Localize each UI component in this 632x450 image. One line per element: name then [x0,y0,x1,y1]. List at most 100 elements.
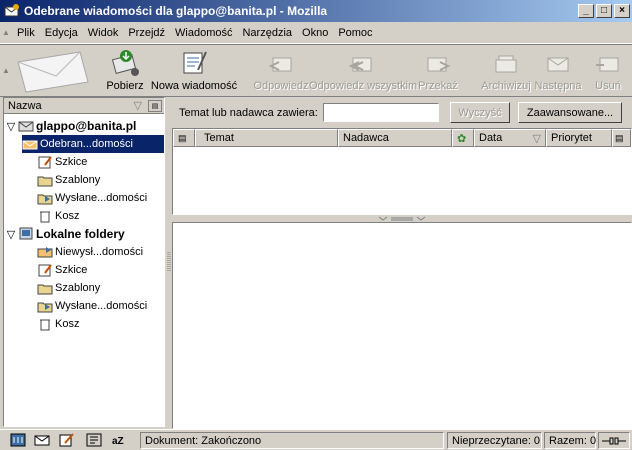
account-name: Lokalne foldery [36,227,125,241]
folder-column-header[interactable]: Nazwa ▽ ▤ [4,98,164,114]
folder-label: Kosz [55,318,80,330]
next-button[interactable]: Następna [532,48,584,92]
folder-local-templates[interactable]: Szablony [37,279,100,297]
folder-trash[interactable]: Kosz [37,207,79,225]
menu-file[interactable]: Plik [12,27,40,39]
folder-name-header: Nazwa [8,99,42,112]
menu-edit[interactable]: Edycja [40,27,83,39]
minimize-button[interactable]: _ [578,4,594,18]
column-priority[interactable]: Priorytet [546,129,612,147]
drafts-icon [37,263,53,277]
column-picker-icon: ▤ [615,132,624,143]
drafts-icon [37,155,53,169]
folder-outbox[interactable]: Niewysł...domości [37,243,143,261]
svg-text:aZ: aZ [112,436,124,447]
mail-app-icon [4,3,20,19]
reply-button[interactable]: Odpowiedz [252,48,310,92]
next-icon [547,57,569,72]
navigator-icon[interactable] [10,433,26,447]
menu-go[interactable]: Przejdź [123,27,170,39]
menu-message[interactable]: Wiadomość [170,27,237,39]
delete-label: Usuń [595,80,621,92]
advanced-button[interactable]: Zaawansowane... [518,102,622,123]
folder-local-drafts[interactable]: Szkice [37,261,87,279]
total-count-panel: Razem: 0 [544,432,596,449]
sort-descending-icon: ▽ [532,132,541,145]
folder-label: Szablony [55,282,101,294]
folder-drafts[interactable]: Szkice [37,153,87,171]
account-local-folders[interactable]: ▽ Lokalne foldery [4,225,125,243]
delete-button[interactable]: Usuń [590,48,626,92]
online-status-panel[interactable] [598,432,630,449]
close-icon: × [619,5,625,16]
menubar-grip-icon[interactable]: ▲ [0,22,12,44]
inbox-icon [22,137,38,151]
new-message-button[interactable]: Nowa wiadomość [150,48,238,92]
reply-all-icon [348,57,372,72]
advanced-label: Zaawansowane... [526,106,614,119]
templates-icon [37,281,53,295]
search-label: Temat lub nadawca zawiera: [179,107,318,119]
search-input[interactable] [323,103,439,122]
folder-label: Szkice [55,264,88,276]
menu-help[interactable]: Pomoc [333,27,377,39]
folder-sent[interactable]: Wysłane...domości [37,189,147,207]
maximize-icon: □ [600,5,608,16]
collapse-toggle-icon[interactable]: ▽ [4,120,18,133]
folder-label: Szablony [55,174,101,186]
composer-icon[interactable] [59,433,75,447]
horizontal-splitter[interactable] [172,215,632,222]
column-picker[interactable]: ▤ [612,129,631,147]
menu-tools[interactable]: Narzędzia [237,27,297,39]
archive-icon [495,55,517,73]
get-mail-button[interactable]: Pobierz [102,48,148,92]
trash-icon [37,209,53,223]
reply-icon [268,57,292,72]
templates-icon [37,173,53,187]
total-count: Razem: 0 [549,434,597,447]
quick-search-bar: Temat lub nadawca zawiera: Wyczyść Zaawa… [172,99,632,127]
new-message-label: Nowa wiadomość [150,80,238,92]
column-sender[interactable]: Nadawca [338,129,452,147]
status-text-panel: Dokument: Zakończono [140,432,444,449]
folder-inbox[interactable]: Odebran...domości [22,135,164,153]
column-date-label: Data [479,132,503,144]
sort-filter-icon[interactable]: ▽ [134,99,142,112]
maximize-button[interactable]: □ [596,4,612,18]
folder-local-sent[interactable]: Wysłane...domości [37,297,147,315]
forward-button[interactable]: Przekaż [416,48,460,92]
close-button[interactable]: × [614,4,630,18]
thread-column-header: ▤ Temat Nadawca ✿ Data ▽ Priorytet ▤ [173,129,631,147]
archive-label: Archiwizuj [481,80,531,92]
account-name: glappo@banita.pl [36,119,137,133]
folder-label: Wysłane...domości [55,300,148,312]
collapse-toggle-icon[interactable]: ▽ [4,228,18,241]
toolbar-grip-icon[interactable]: ▲ [0,59,12,81]
chat-icon[interactable]: aZ [112,433,128,447]
splitter-grip-icon [378,216,426,221]
clear-button[interactable]: Wyczyść [450,102,510,123]
folder-templates[interactable]: Szablony [37,171,100,189]
thread-column-icon[interactable]: ▤ [173,129,195,147]
column-picker-icon[interactable]: ▤ [148,99,162,112]
clear-label: Wyczyść [458,106,502,119]
menu-window[interactable]: Okno [297,27,333,39]
column-subject[interactable]: Temat [195,129,338,147]
address-book-icon[interactable] [86,433,102,447]
menu-view[interactable]: Widok [83,27,124,39]
thread-pane[interactable]: ▤ Temat Nadawca ✿ Data ▽ Priorytet ▤ [172,128,632,215]
thread-icon: ▤ [178,132,187,143]
trash-icon [37,317,53,331]
column-date[interactable]: Data ▽ [474,129,546,147]
column-sender-label: Nadawca [343,132,389,144]
account-glappo[interactable]: ▽ glappo@banita.pl [4,117,137,135]
reply-all-button[interactable]: Odpowiedz wszystkim [309,48,417,92]
column-junk[interactable]: ✿ [452,129,474,147]
folder-pane[interactable]: Nazwa ▽ ▤ ▽ glappo@banita.pl Odebran...d… [3,97,165,427]
message-preview-pane[interactable] [172,222,632,429]
folder-local-trash[interactable]: Kosz [37,315,79,333]
archive-button[interactable]: Archiwizuj [480,48,532,92]
mail-icon[interactable] [34,433,50,447]
delete-icon [596,57,619,72]
get-mail-icon [111,50,139,76]
